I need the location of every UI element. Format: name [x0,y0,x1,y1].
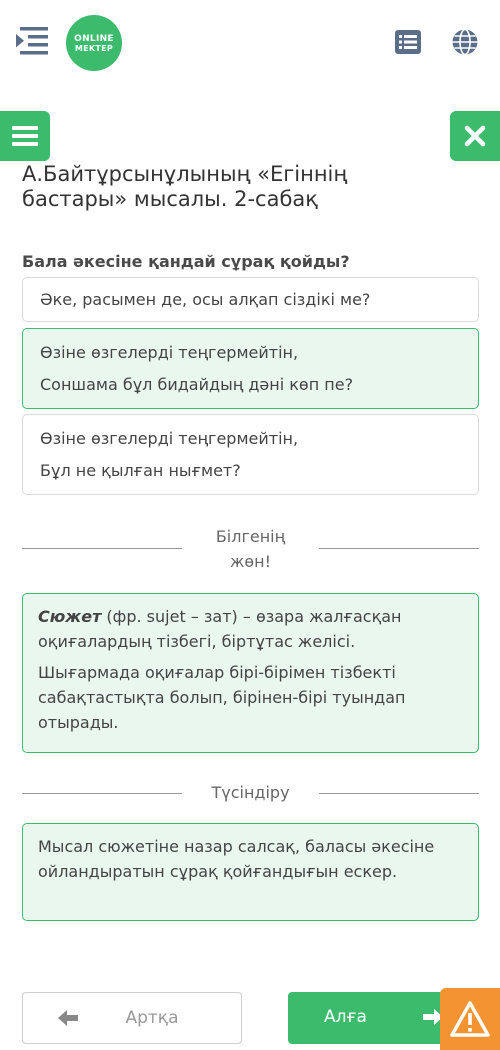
hamburger-menu-button[interactable] [0,111,50,161]
answer-option-2[interactable]: Өзіне өзгелерді теңгермейтін, Соншама бұ… [22,328,479,409]
back-button-label: Артқа [125,1008,179,1028]
quiz-question: Бала әкесіне қандай сұрақ қойды? [22,252,350,271]
knowledge-heading-line1: Білгенің [215,527,286,546]
answer-option-2-line-1: Өзіне өзгелерді теңгермейтін, [40,343,299,362]
answer-option-3-line-1: Өзіне өзгелерді теңгермейтін, [40,429,299,448]
next-button-label: Алға [324,1007,367,1027]
divider-rule-right [319,548,479,549]
report-issue-button[interactable] [440,988,500,1050]
logo-text-line2: MEKTEP [74,43,114,53]
answer-option-3-line-2: Бұл не қылған нығмет? [40,461,241,480]
globe-icon[interactable] [451,28,479,56]
definition-paragraph: Сюжет (фр. sujet – зат) – өзара жалғасқа… [38,604,463,654]
answer-option-3[interactable]: Өзіне өзгелерді теңгермейтін, Бұл не қыл… [22,414,479,495]
knowledge-box: Сюжет (фр. sujet – зат) – өзара жалғасқа… [22,593,479,753]
explanation-divider: Түсіндіру [22,775,479,811]
explanation-box: Мысал сюжетіне назар салсақ, баласы әкес… [22,823,479,921]
lesson-title: А.Байтұрсынұлының «Егіннің бастары» мыса… [22,162,348,211]
logo-text-line1: ONLINE [74,33,114,44]
online-mektep-logo[interactable]: ONLINE MEKTEP [66,15,122,71]
menu-expand-icon[interactable] [14,25,50,57]
answer-option-1-line-1: Әке, расымен де, осы алқап сіздікі ме? [40,290,371,309]
warning-icon [450,1001,490,1037]
list-icon[interactable] [394,29,422,55]
knowledge-divider: Білгенің жөн! [22,522,479,574]
back-button[interactable]: Артқа [22,992,242,1044]
explanation-text: Мысал сюжетіне назар салсақ, баласы әкес… [38,837,435,881]
knowledge-paragraph-2: Шығармада оқиғалар бірі-бірімен тізбекті… [38,663,406,732]
answer-option-2-line-2: Соншама бұл бидайдың дәні көп пе? [40,375,354,394]
close-button[interactable] [450,111,500,161]
term: Сюжет [38,607,102,626]
top-bar: ONLINE MEKTEP [0,0,500,90]
knowledge-heading-line2: жөн! [229,552,272,571]
divider-rule-right [319,793,479,794]
close-icon [464,125,486,147]
next-button[interactable]: Алға [288,992,458,1044]
answer-option-1[interactable]: Әке, расымен де, осы алқап сіздікі ме? [22,277,479,322]
hamburger-icon [12,126,38,146]
